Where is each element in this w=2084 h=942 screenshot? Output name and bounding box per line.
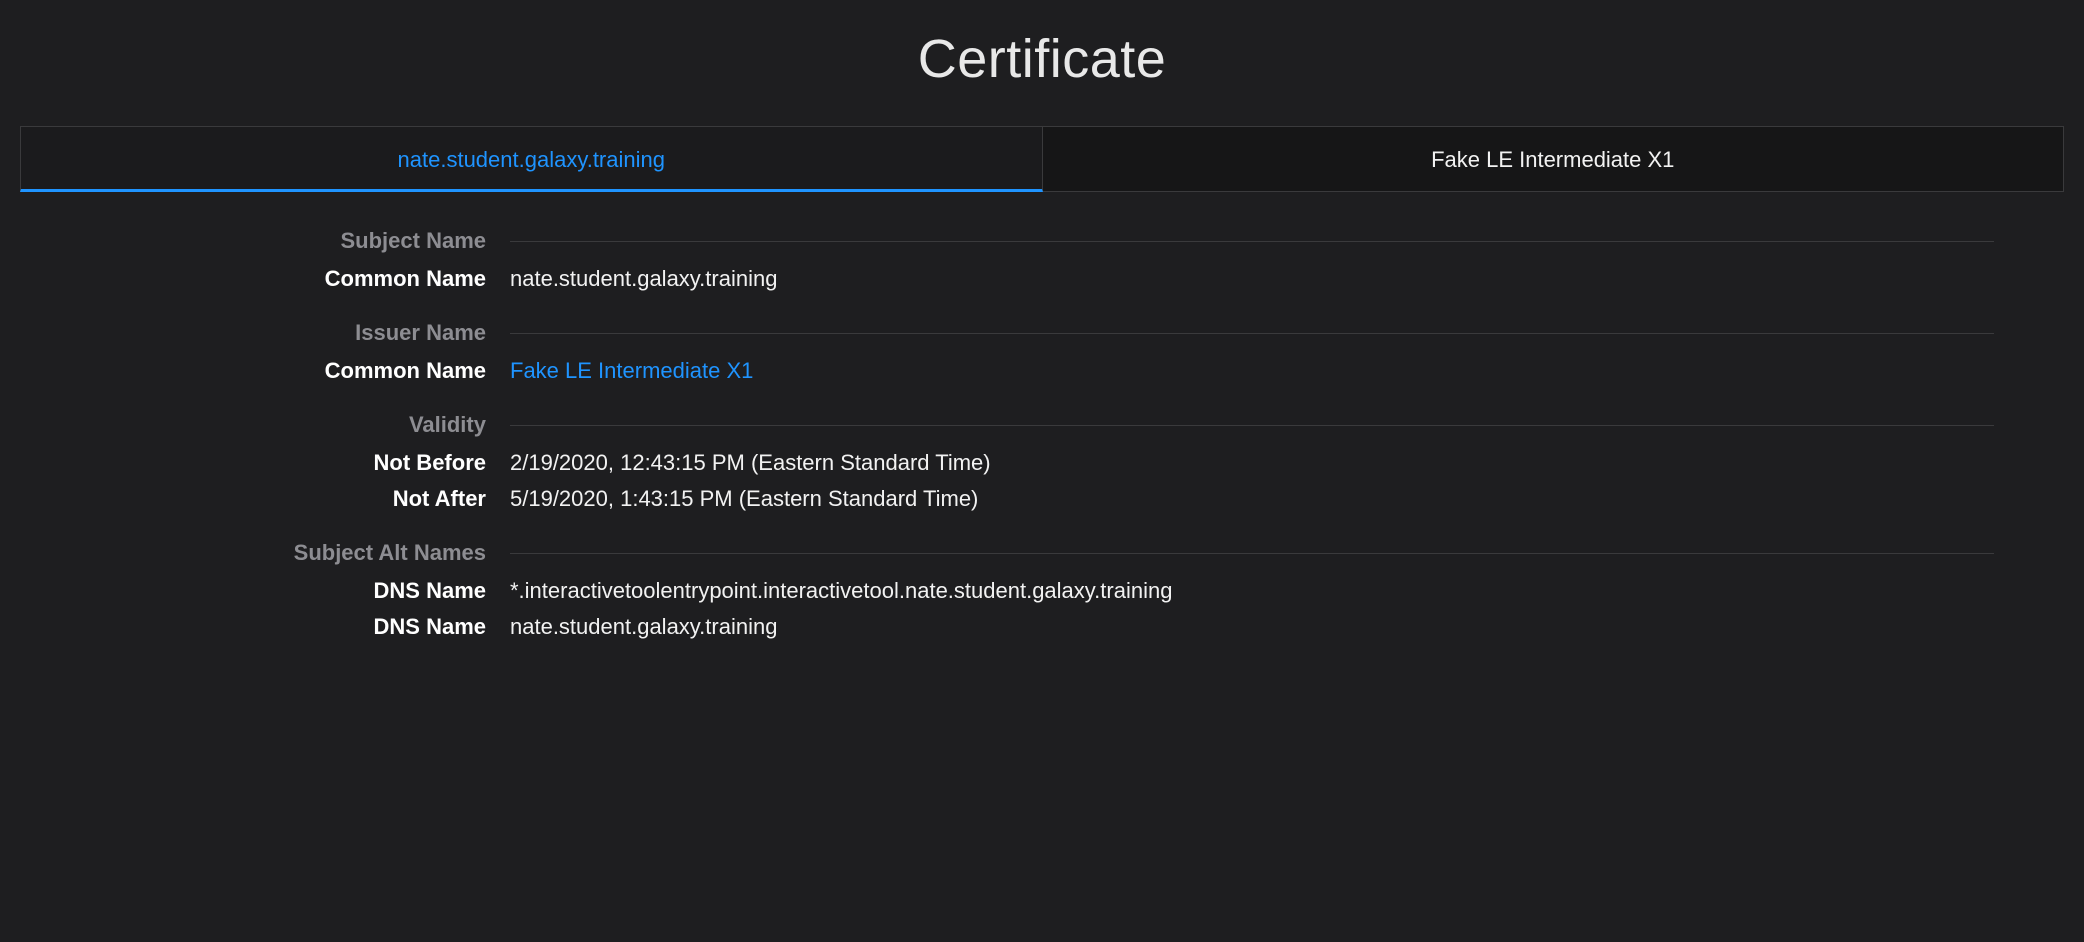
- row-not-after: Not After 5/19/2020, 1:43:15 PM (Eastern…: [90, 486, 1994, 512]
- field-value: nate.student.galaxy.training: [510, 266, 1994, 292]
- field-value: 2/19/2020, 12:43:15 PM (Eastern Standard…: [510, 450, 1994, 476]
- issuer-link[interactable]: Fake LE Intermediate X1: [510, 358, 1994, 384]
- section-divider: [510, 241, 1994, 242]
- field-value: *.interactivetoolentrypoint.interactivet…: [510, 578, 1994, 604]
- row-san-dns-1: DNS Name *.interactivetoolentrypoint.int…: [90, 578, 1994, 604]
- field-label: Common Name: [90, 266, 510, 292]
- row-subject-common-name: Common Name nate.student.galaxy.training: [90, 266, 1994, 292]
- section-divider: [510, 333, 1994, 334]
- field-value: nate.student.galaxy.training: [510, 614, 1994, 640]
- row-san-dns-2: DNS Name nate.student.galaxy.training: [90, 614, 1994, 640]
- section-label: Subject Name: [90, 228, 510, 254]
- section-subject-name: Subject Name: [90, 228, 1994, 254]
- section-label: Issuer Name: [90, 320, 510, 346]
- tab-intermediate-cert[interactable]: Fake LE Intermediate X1: [1043, 126, 2065, 192]
- cert-details: Subject Name Common Name nate.student.ga…: [90, 228, 1994, 640]
- section-label: Subject Alt Names: [90, 540, 510, 566]
- section-subject-alt-names: Subject Alt Names: [90, 540, 1994, 566]
- section-label: Validity: [90, 412, 510, 438]
- field-label: Not Before: [90, 450, 510, 476]
- tab-leaf-cert[interactable]: nate.student.galaxy.training: [20, 126, 1043, 192]
- row-not-before: Not Before 2/19/2020, 12:43:15 PM (Easte…: [90, 450, 1994, 476]
- cert-chain-tabbar: nate.student.galaxy.training Fake LE Int…: [20, 126, 2064, 192]
- field-label: DNS Name: [90, 578, 510, 604]
- page-title: Certificate: [0, 28, 2084, 90]
- section-validity: Validity: [90, 412, 1994, 438]
- section-divider: [510, 553, 1994, 554]
- field-label: Not After: [90, 486, 510, 512]
- section-divider: [510, 425, 1994, 426]
- row-issuer-common-name: Common Name Fake LE Intermediate X1: [90, 358, 1994, 384]
- field-label: Common Name: [90, 358, 510, 384]
- field-label: DNS Name: [90, 614, 510, 640]
- field-value: 5/19/2020, 1:43:15 PM (Eastern Standard …: [510, 486, 1994, 512]
- section-issuer-name: Issuer Name: [90, 320, 1994, 346]
